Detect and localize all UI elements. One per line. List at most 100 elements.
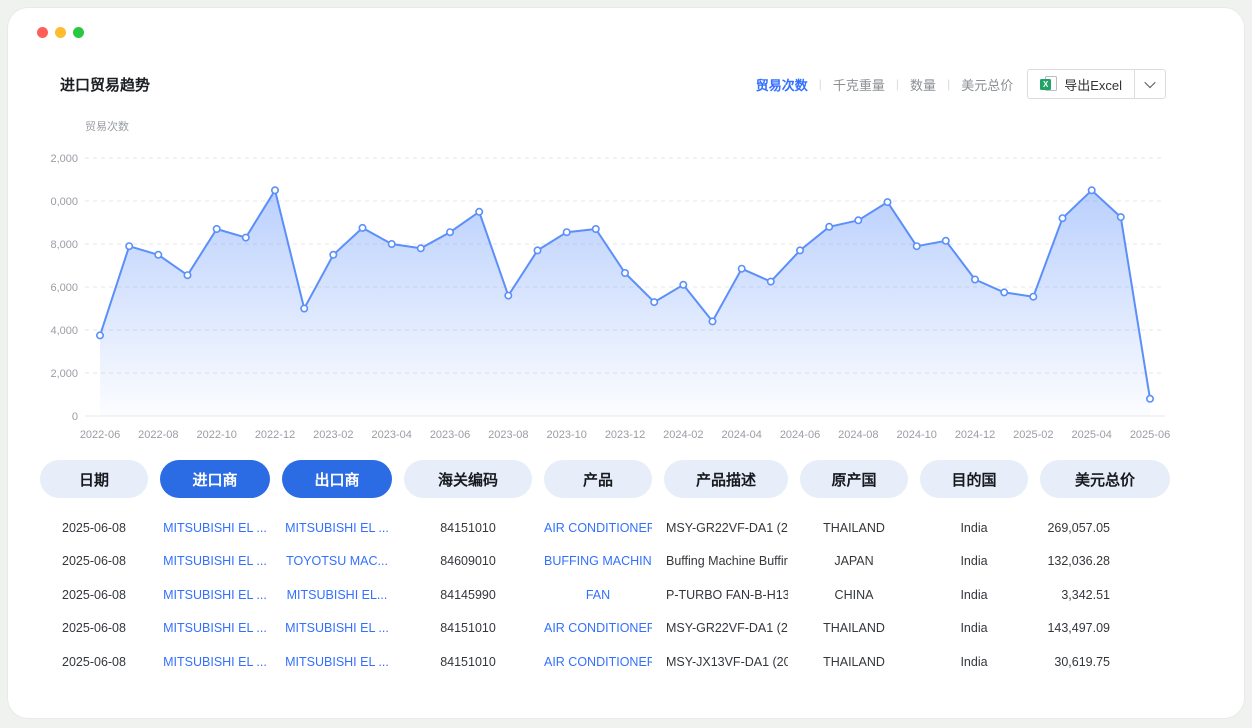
data-point[interactable] (243, 234, 249, 240)
data-point[interactable] (1147, 396, 1153, 402)
data-point[interactable] (359, 225, 365, 231)
header-toolbar: 贸易次数|千克重量|数量|美元总价 X 导出Excel (756, 68, 1166, 100)
metric-tab-1[interactable]: 贸易次数 (756, 75, 808, 94)
data-point[interactable] (1059, 215, 1065, 221)
tab-divider: | (947, 77, 950, 91)
cell-description: MSY-GR22VF-DA1 (20... (664, 621, 788, 635)
filter-chip-destination-country[interactable]: 目的国 (920, 460, 1028, 498)
cell-importer[interactable]: MITSUBISHI EL ... (160, 655, 270, 669)
data-point[interactable] (447, 229, 453, 235)
minimize-button[interactable] (55, 27, 66, 38)
cell-importer[interactable]: MITSUBISHI EL ... (160, 621, 270, 635)
data-point[interactable] (564, 229, 570, 235)
trend-chart[interactable]: 02,0004,0006,0008,00010,00012,0002022-06… (50, 120, 1190, 452)
filter-chip-origin-country[interactable]: 原产国 (800, 460, 908, 498)
data-point[interactable] (476, 209, 482, 215)
metric-tab-2[interactable]: 千克重量 (833, 75, 885, 94)
y-tick-label: 10,000 (50, 196, 78, 208)
data-point[interactable] (97, 332, 103, 338)
filter-chip-product-desc[interactable]: 产品描述 (664, 460, 788, 498)
cell-exporter[interactable]: MITSUBISHI EL ... (282, 621, 392, 635)
page-title: 进口贸易趋势 (60, 74, 150, 95)
x-tick-label: 2025-02 (1013, 429, 1053, 441)
filter-chip-hs-code[interactable]: 海关编码 (404, 460, 532, 498)
filter-chip-product[interactable]: 产品 (544, 460, 652, 498)
cell-exporter[interactable]: MITSUBISHI EL ... (282, 521, 392, 535)
cell-hs-code: 84609010 (404, 554, 532, 568)
x-tick-label: 2024-10 (897, 429, 937, 441)
cell-product[interactable]: BUFFING MACHINE (544, 554, 652, 568)
data-point[interactable] (418, 245, 424, 251)
cell-date: 2025-06-08 (40, 621, 148, 635)
zoom-button[interactable] (73, 27, 84, 38)
data-point[interactable] (389, 241, 395, 247)
cell-usd-total: 143,497.09 (1040, 621, 1170, 635)
data-point[interactable] (709, 318, 715, 324)
cell-usd-total: 3,342.51 (1040, 588, 1170, 602)
cell-importer[interactable]: MITSUBISHI EL ... (160, 588, 270, 602)
metric-tabs: 贸易次数|千克重量|数量|美元总价 (756, 75, 1013, 94)
data-point[interactable] (680, 282, 686, 288)
cell-product[interactable]: AIR CONDITIONER (544, 521, 652, 535)
table-row: 2025-06-08MITSUBISHI EL ...MITSUBISHI EL… (40, 645, 1170, 679)
filter-chip-usd-total[interactable]: 美元总价 (1040, 460, 1170, 498)
cell-product[interactable]: FAN (544, 588, 652, 602)
data-point[interactable] (534, 247, 540, 253)
metric-tab-3[interactable]: 数量 (910, 75, 936, 94)
data-point[interactable] (126, 243, 132, 249)
cell-exporter[interactable]: MITSUBISHI EL... (282, 588, 392, 602)
data-point[interactable] (768, 278, 774, 284)
filter-chip-date[interactable]: 日期 (40, 460, 148, 498)
cell-exporter[interactable]: MITSUBISHI EL ... (282, 655, 392, 669)
export-excel-button[interactable]: X 导出Excel (1027, 69, 1166, 99)
data-point[interactable] (884, 199, 890, 205)
metric-tab-4[interactable]: 美元总价 (961, 75, 1013, 94)
cell-hs-code: 84151010 (404, 655, 532, 669)
data-point[interactable] (155, 252, 161, 258)
filter-chip-importer[interactable]: 进口商 (160, 460, 270, 498)
data-point[interactable] (184, 272, 190, 278)
data-point[interactable] (622, 270, 628, 276)
export-dropdown-button[interactable] (1135, 70, 1165, 98)
data-point[interactable] (651, 299, 657, 305)
cell-usd-total: 30,619.75 (1040, 655, 1170, 669)
data-point[interactable] (272, 187, 278, 193)
cell-exporter[interactable]: TOYOTSU MAC... (282, 554, 392, 568)
data-point[interactable] (214, 226, 220, 232)
data-point[interactable] (301, 305, 307, 311)
data-point[interactable] (505, 292, 511, 298)
cell-product[interactable]: AIR CONDITIONER (544, 621, 652, 635)
cell-importer[interactable]: MITSUBISHI EL ... (160, 521, 270, 535)
export-excel-main[interactable]: X 导出Excel (1028, 70, 1134, 98)
table-row: 2025-06-08MITSUBISHI EL ...MITSUBISHI EL… (40, 511, 1170, 545)
data-point[interactable] (855, 217, 861, 223)
cell-date: 2025-06-08 (40, 588, 148, 602)
window-controls (37, 27, 84, 38)
cell-origin-country: THAILAND (800, 521, 908, 535)
y-tick-label: 2,000 (50, 368, 78, 380)
filter-chip-exporter[interactable]: 出口商 (282, 460, 392, 498)
cell-hs-code: 84151010 (404, 521, 532, 535)
data-point[interactable] (1089, 187, 1095, 193)
data-point[interactable] (972, 276, 978, 282)
data-point[interactable] (943, 238, 949, 244)
data-point[interactable] (797, 247, 803, 253)
x-tick-label: 2023-08 (488, 429, 528, 441)
trade-table: 2025-06-08 MITSUBISHI EL ... MITSUBISHI EL… (40, 511, 1170, 679)
x-tick-label: 2023-12 (605, 429, 645, 441)
data-point[interactable] (1001, 289, 1007, 295)
cell-product[interactable]: AIR CONDITIONER (544, 655, 652, 669)
data-point[interactable] (1118, 214, 1124, 220)
data-point[interactable] (914, 243, 920, 249)
data-point[interactable] (1030, 294, 1036, 300)
y-tick-label: 8,000 (50, 239, 78, 251)
data-point[interactable] (826, 224, 832, 230)
y-tick-label: 12,000 (50, 153, 78, 165)
data-point[interactable] (739, 266, 745, 272)
close-button[interactable] (37, 27, 48, 38)
data-point[interactable] (330, 252, 336, 258)
cell-importer[interactable]: MITSUBISHI EL ... (160, 554, 270, 568)
x-tick-label: 2024-06 (780, 429, 820, 441)
x-tick-label: 2023-10 (547, 429, 587, 441)
data-point[interactable] (593, 226, 599, 232)
